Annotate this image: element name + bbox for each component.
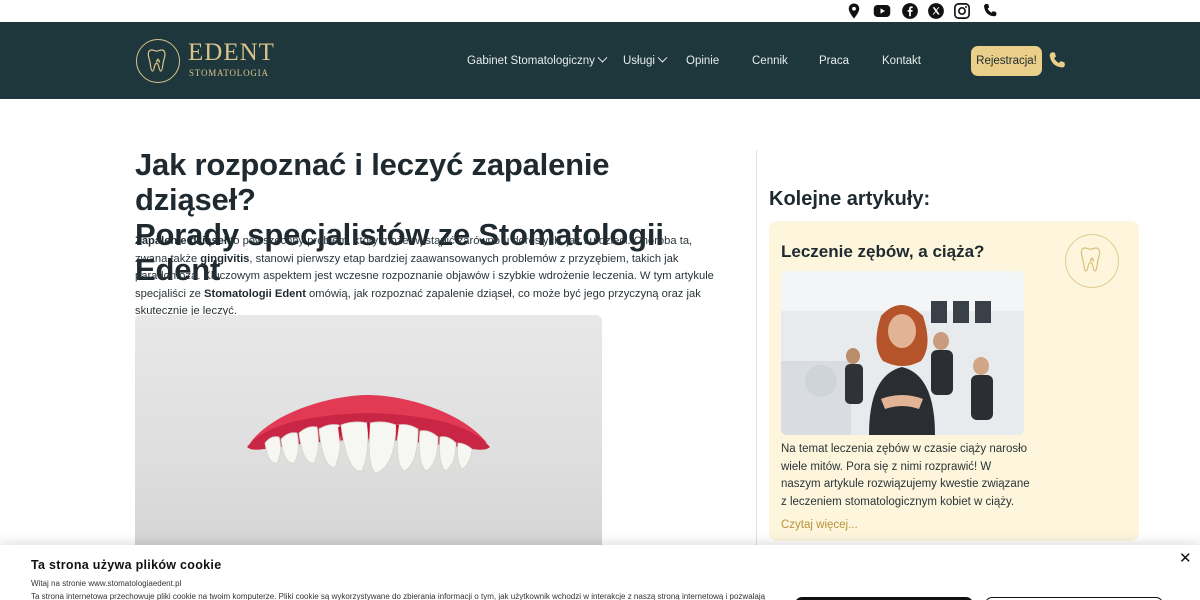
nav-label: Gabinet Stomatologiczny [467, 55, 595, 67]
facebook-icon[interactable] [901, 2, 919, 20]
instagram-icon[interactable] [953, 2, 971, 20]
cookie-subtitle: Witaj na stronie www.stomatologiaedent.p… [31, 579, 182, 588]
x-icon[interactable] [927, 2, 945, 20]
related-article-card[interactable]: Leczenie zębów, a ciąża? Na temat leczen… [769, 221, 1139, 541]
nav-label: Usługi [623, 55, 655, 67]
social-bar [0, 0, 1200, 22]
logo-subtitle: STOMATOLOGIA [189, 68, 269, 78]
column-divider [756, 150, 757, 550]
nav-item-cennik[interactable]: Cennik [752, 54, 788, 68]
sidebar-heading: Kolejne artykuły: [769, 188, 931, 210]
close-icon[interactable]: ✕ [1179, 551, 1192, 566]
card-excerpt: Na temat leczenia zębów w czasie ciąży n… [781, 443, 1030, 508]
intro-bold: Zapalenie dziąseł [135, 235, 228, 247]
intro-bold: gingivitis [200, 252, 250, 265]
site-logo[interactable]: EDENT STOMATOLOGIA [136, 39, 276, 83]
tooth-logo-icon [136, 39, 180, 83]
phone-icon[interactable] [981, 2, 999, 20]
nav-item-praca[interactable]: Praca [819, 54, 849, 68]
nav-item-uslugi[interactable]: Usługi [623, 52, 668, 68]
intro-bold: Stomatologii Edent [204, 287, 306, 300]
article-hero-image [135, 315, 602, 555]
logo-wordmark: EDENT [188, 39, 275, 66]
chevron-down-icon [657, 52, 668, 63]
card-title[interactable]: Leczenie zębów, a ciąża? [781, 242, 984, 262]
read-more-link[interactable]: Czytaj więcej... [781, 519, 858, 531]
chevron-down-icon [597, 52, 608, 63]
phone-icon[interactable] [1046, 50, 1068, 72]
registration-button[interactable]: Rejestracja! [971, 46, 1042, 76]
cookie-title: Ta strona używa plików cookie [31, 558, 222, 572]
article-intro: Zapalenie dziąseł to powszechny problem,… [135, 233, 725, 321]
youtube-icon[interactable] [872, 2, 892, 20]
nav-item-gabinet[interactable]: Gabinet Stomatologiczny [467, 52, 608, 68]
nav-item-kontakt[interactable]: Kontakt [882, 54, 921, 68]
article-title-line: Jak rozpoznać i leczyć zapalenie dziąseł… [135, 147, 610, 217]
location-pin-icon[interactable] [845, 2, 863, 20]
tooth-logo-icon [1065, 234, 1119, 288]
cookie-body: Ta strona internetowa przechowuje pliki … [31, 592, 766, 600]
cookie-banner: Ta strona używa plików cookie Witaj na s… [0, 545, 1200, 600]
site-header: EDENT STOMATOLOGIA Gabinet Stomatologicz… [0, 22, 1200, 99]
nav-item-opinie[interactable]: Opinie [686, 54, 719, 68]
card-image[interactable] [781, 271, 1024, 435]
